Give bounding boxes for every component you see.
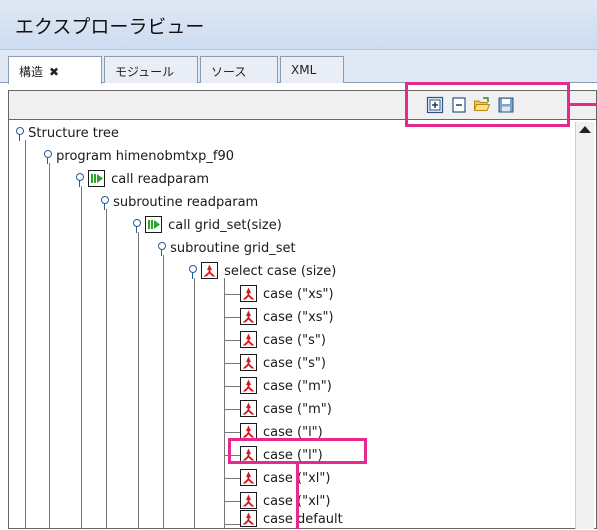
tree-node-label: call readparam [111,172,210,187]
tree-node-call-grid-set[interactable]: call grid_set(size) [131,216,282,236]
tree-node-program[interactable]: program himenobmtxp_f90 [42,147,234,167]
tree-pin-icon [42,149,52,164]
callout-connector-line [296,464,299,529]
tree-node-case[interactable]: case ("l") [240,446,323,466]
tree-branch [224,363,240,364]
tree-pin-icon [156,241,166,256]
expand-all-icon[interactable] [426,96,444,114]
tree-node-case[interactable]: case ("xl") [240,469,330,489]
tree-branch [224,501,240,502]
tab-structure-label: 構造 [19,65,44,79]
tree-node-label: case ("xs") [263,287,334,302]
tree-node-case[interactable]: case ("xs") [240,285,334,305]
tree-pin-icon [99,195,109,210]
tree-branch [224,386,240,387]
tree-branch [224,455,240,456]
tree-guide-line [138,232,139,529]
tree-node-case[interactable]: case ("s") [240,354,326,374]
branch-icon [240,400,257,417]
tree-node-root[interactable]: Structure tree [14,124,119,144]
tree-pin-icon [187,264,197,279]
tree-pin-icon [131,218,141,233]
tree-guide-line [81,186,82,529]
tree-node-subroutine-readparam[interactable]: subroutine readparam [99,193,258,213]
tree-guide-line [163,255,164,529]
close-icon[interactable]: ✖ [49,65,59,79]
branch-icon [240,377,257,394]
tree-guide-line [106,209,107,529]
tree-guide-line [224,278,225,529]
tree-node-label: subroutine grid_set [170,241,296,256]
tree-branch [224,317,240,318]
vertical-scrollbar[interactable] [575,122,594,529]
tree-node-label: program himenobmtxp_f90 [56,149,235,164]
branch-icon [240,354,257,371]
tree-guide-line [49,163,50,529]
tab-xml[interactable]: XML [280,56,344,83]
tree-node-label: case ("s") [263,356,326,371]
collapse-all-icon[interactable] [450,96,468,114]
tab-module-label: モジュール [115,65,175,79]
tree-node-subroutine-grid-set[interactable]: subroutine grid_set [156,239,296,259]
tree-node-case[interactable]: case default [240,510,343,530]
tree-node-case[interactable]: case ("s") [240,331,326,351]
tree-guide-line [25,140,26,529]
call-icon [145,216,163,233]
tab-module[interactable]: モジュール [104,56,198,83]
tree-pin-icon [74,172,84,187]
tree-node-label: call grid_set(size) [168,218,282,233]
tree-node-label: case ("m") [263,379,332,394]
save-icon[interactable] [497,96,515,114]
tree-guide-line [194,278,195,529]
branch-icon [240,510,257,527]
tree-node-label: case ("l") [263,448,323,463]
branch-icon [240,423,257,440]
tree-branch [224,340,240,341]
tab-xml-label: XML [291,63,317,77]
callout-connector-line [570,103,597,106]
tree-node-label: Structure tree [28,126,119,141]
panel-title: エクスプローラビュー [15,16,205,38]
tree-node-case[interactable]: case ("m") [240,377,332,397]
tree-node-case[interactable]: case ("xl") [240,492,330,512]
tree-node-case[interactable]: case ("xs") [240,308,334,328]
tree-node-case[interactable]: case ("m") [240,400,332,420]
branch-icon [240,469,257,486]
tree-node-case[interactable]: case ("l") [240,423,323,443]
tab-source-label: ソース [211,65,247,79]
tree-node-label: case ("m") [263,402,332,417]
tree-node-label: case ("l") [263,425,323,440]
explorer-view-title-bar: エクスプローラビュー [0,0,597,50]
tree-node-call-readparam[interactable]: call readparam [74,170,209,190]
tree-node-select-case[interactable]: select case (size) [187,262,336,282]
tree-node-label: subroutine readparam [113,195,259,210]
tab-bar: 構造 ✖ モジュール ソース XML [0,50,597,84]
tab-source[interactable]: ソース [200,56,278,83]
tree-node-label: case default [263,512,343,527]
open-folder-icon[interactable] [473,96,491,114]
tree-branch [224,294,240,295]
branch-icon [240,446,257,463]
tree-node-label: case ("xs") [263,310,334,325]
tree-toolbar [8,90,597,120]
tree-pin-icon [14,126,24,141]
branch-icon [240,492,257,509]
tree-node-label: select case (size) [224,264,337,279]
tree-branch [224,432,240,433]
scroll-up-arrow-icon[interactable] [579,126,591,133]
branch-icon [240,285,257,302]
tab-structure[interactable]: 構造 ✖ [8,56,102,84]
tree-branch [224,478,240,479]
call-icon [88,170,106,187]
tree-branch [224,409,240,410]
branch-icon [240,308,257,325]
branch-icon [201,262,219,279]
tree-node-label: case ("s") [263,333,326,348]
branch-icon [240,331,257,348]
tree-branch [224,524,240,525]
